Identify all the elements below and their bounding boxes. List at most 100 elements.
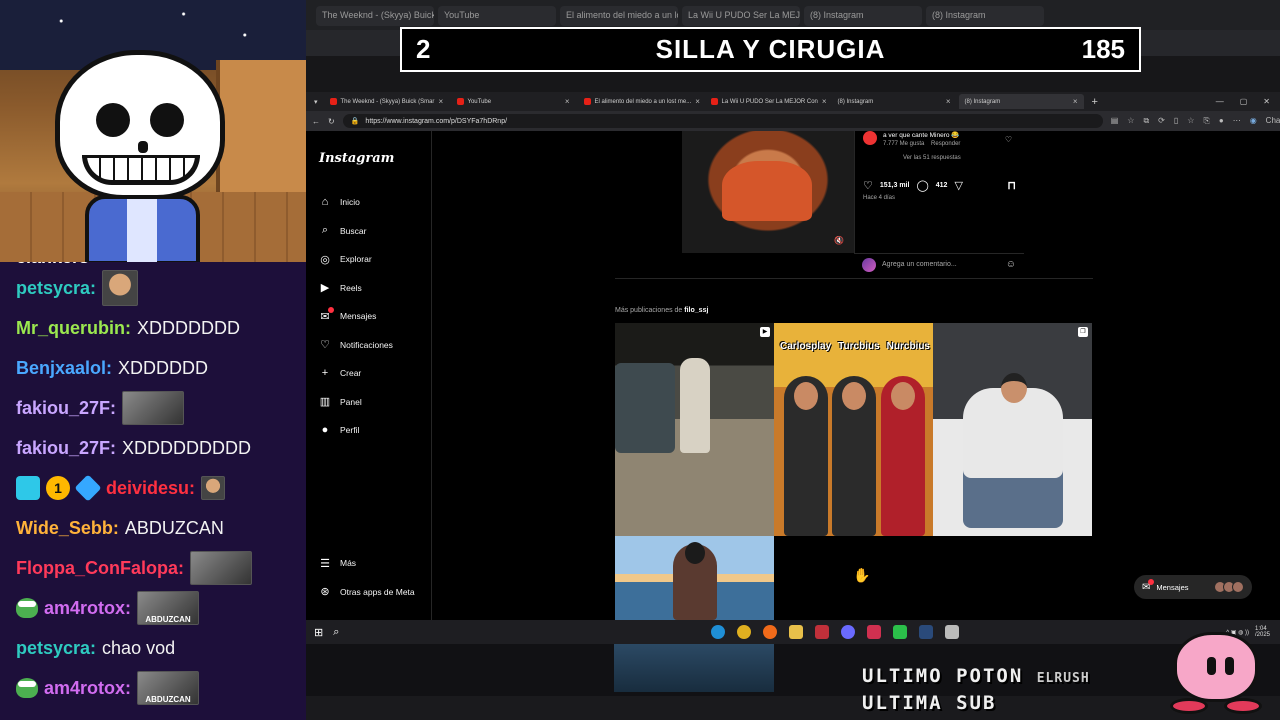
close-tab-icon[interactable]: × [565, 97, 570, 106]
read-mode-icon[interactable]: ▤ [1111, 116, 1119, 126]
section-divider [615, 278, 1093, 279]
echo-taskbar [306, 696, 1280, 720]
collections-icon[interactable]: ☆ [1187, 116, 1194, 126]
search-icon[interactable]: ⌕ [333, 626, 339, 639]
comment-avatar[interactable] [863, 131, 877, 145]
close-window-icon[interactable]: ✕ [1263, 97, 1270, 106]
sidebar-item[interactable]: ▥ Panel [319, 388, 431, 417]
close-tab-icon[interactable]: × [1073, 97, 1078, 106]
sidebar-item[interactable]: ● Perfil [319, 416, 431, 445]
chat-username[interactable]: Mr_querubin: [16, 318, 131, 339]
tab-menu-icon[interactable]: ▾ [310, 98, 322, 106]
browser-tab[interactable]: La Wii U PUDO Ser La MEJOR Con × [705, 94, 830, 109]
sidebar-item[interactable]: ▶ Reels [319, 274, 431, 303]
mute-icon[interactable]: 🔇 [834, 236, 844, 245]
sidebar-item[interactable]: ⊛ Otras apps de Meta [319, 578, 414, 607]
sidebar-item-label: Crear [340, 368, 362, 379]
chrome-icon[interactable] [737, 625, 751, 639]
sidebar-item[interactable]: ◎ Explorar [319, 245, 431, 274]
emote-image [201, 476, 226, 500]
chat-username[interactable]: fakiou_27F: [16, 438, 116, 459]
explorer-icon[interactable] [789, 625, 803, 639]
sidebar-item-label: Perfil [340, 425, 360, 436]
share-icon[interactable]: ▽ [954, 179, 962, 192]
app-icon[interactable] [893, 625, 907, 639]
extensions-icon[interactable]: ⧉ [1143, 116, 1149, 126]
chat-message: fakiou_27F: [16, 388, 306, 428]
instagram-logo[interactable]: Instagram [319, 151, 431, 166]
sidebar-item-label: Mensajes [340, 311, 377, 322]
chat-username[interactable]: am4rotox: [44, 598, 131, 619]
more-posts-user[interactable]: filo_ssj [684, 307, 708, 314]
post-tile[interactable]: Carlosplay Turcbius Nurcbius [774, 323, 933, 536]
split-icon[interactable]: ▯ [1174, 116, 1178, 126]
post-tile[interactable] [615, 536, 774, 620]
chat-username[interactable]: petsycra: [16, 638, 96, 659]
chat-username[interactable]: Floppa_ConFalopa: [16, 558, 184, 579]
chat-username[interactable]: deividesu: [106, 478, 195, 499]
emoji-icon[interactable]: ☺ [1006, 259, 1016, 270]
view-replies-link[interactable]: Ver las 51 respuestas [903, 155, 1016, 161]
history-icon[interactable]: ⎘ [1203, 116, 1209, 126]
browser-tab[interactable]: (8) Instagram × [306, 94, 957, 138]
close-tab-icon[interactable]: × [946, 97, 951, 106]
chat-username[interactable]: am4rotox: [44, 678, 131, 699]
mouse-cursor-icon: ✋ [853, 567, 871, 583]
sidebar-item[interactable]: ✉ Mensajes [319, 302, 431, 331]
sidebar-item[interactable]: + Crear [319, 359, 431, 388]
url-field[interactable]: 🔒 https://www.instagram.com/p/DSYFa7hDRn… [342, 114, 1103, 128]
comment-icon[interactable]: ◯ [916, 179, 928, 192]
chat-username[interactable]: Benjxaalol: [16, 358, 112, 379]
save-icon[interactable]: ⊓ [1007, 179, 1016, 192]
refresh-icon[interactable]: ↻ [328, 117, 335, 126]
post-tile[interactable]: ❐ [933, 323, 1092, 536]
person [680, 358, 710, 453]
firefox-icon[interactable] [763, 625, 777, 639]
sidebar-item[interactable]: ☰ Más [319, 549, 415, 578]
sidebar-item[interactable]: ⌂ Inicio [319, 188, 431, 217]
sidebar-item[interactable]: ♡ Notificaciones [319, 331, 431, 360]
copilot-icon[interactable]: ◉ [1250, 116, 1257, 126]
app-icon[interactable] [815, 625, 829, 639]
like-icon[interactable]: ♡ [863, 179, 873, 192]
new-tab-icon[interactable]: + [1086, 96, 1104, 108]
edge-icon[interactable] [711, 625, 725, 639]
app-icon[interactable] [867, 625, 881, 639]
chat-username[interactable]: Wide_Sebb: [16, 518, 119, 539]
profile-icon[interactable]: ● [1219, 116, 1224, 126]
more-icon[interactable]: ⋯ [1233, 116, 1241, 126]
add-comment-input[interactable]: Agrega un comentario... [882, 261, 957, 268]
comment-like-icon[interactable]: ♡ [1005, 135, 1012, 144]
close-tab-icon[interactable]: × [695, 97, 700, 106]
post-video[interactable]: 🔇 [682, 131, 854, 253]
windows-start-icon[interactable]: ⊞ [314, 626, 323, 639]
post-tile[interactable]: ▶ [615, 323, 774, 536]
chat-label[interactable]: Chat [1266, 116, 1280, 126]
chat-username[interactable]: fakiou_27F: [16, 398, 116, 419]
maximize-icon[interactable]: ▢ [1240, 97, 1248, 106]
steam-icon[interactable] [919, 625, 933, 639]
sync-icon[interactable]: ⟳ [1158, 116, 1165, 126]
messages-pill[interactable]: ✉ Mensajes [1134, 575, 1252, 599]
close-tab-icon[interactable]: × [822, 97, 827, 106]
comment-text: a ver que cante Minero 😂 [883, 132, 960, 139]
app-icon[interactable] [841, 625, 855, 639]
back-icon[interactable]: ← [312, 117, 320, 126]
kirby-body [1174, 632, 1258, 702]
comment-reply-link[interactable]: Responder [931, 141, 960, 147]
add-comment-row: Agrega un comentario... ☺ [854, 253, 1024, 275]
app-icon[interactable] [945, 625, 959, 639]
favorite-star-icon[interactable]: ☆ [1127, 116, 1134, 126]
browser-tab[interactable]: YouTube × [451, 94, 576, 109]
browser-tab[interactable]: El alimento del miedo a un lost me... × [578, 94, 703, 109]
minimize-icon[interactable]: — [1216, 97, 1224, 106]
emote-caption: ABDUZCAN [145, 615, 191, 624]
chat-username[interactable]: clankers [16, 262, 89, 268]
browser-tab[interactable]: (8) Instagram × [306, 94, 1084, 138]
browser-tab[interactable]: The Weeknd - (Skyya) Buick (Smar × [324, 94, 449, 109]
close-tab-icon[interactable]: × [438, 97, 443, 106]
toolbar-icons: ▤ ☆ ⧉ ⟳ ▯ ☆ ⎘ ● ⋯ ◉ Chat [1111, 116, 1280, 126]
sidebar-item[interactable]: ⌕ Buscar [319, 217, 431, 246]
emote-image: ABDUZCAN [137, 671, 200, 705]
chat-username[interactable]: petsycra: [16, 278, 96, 299]
